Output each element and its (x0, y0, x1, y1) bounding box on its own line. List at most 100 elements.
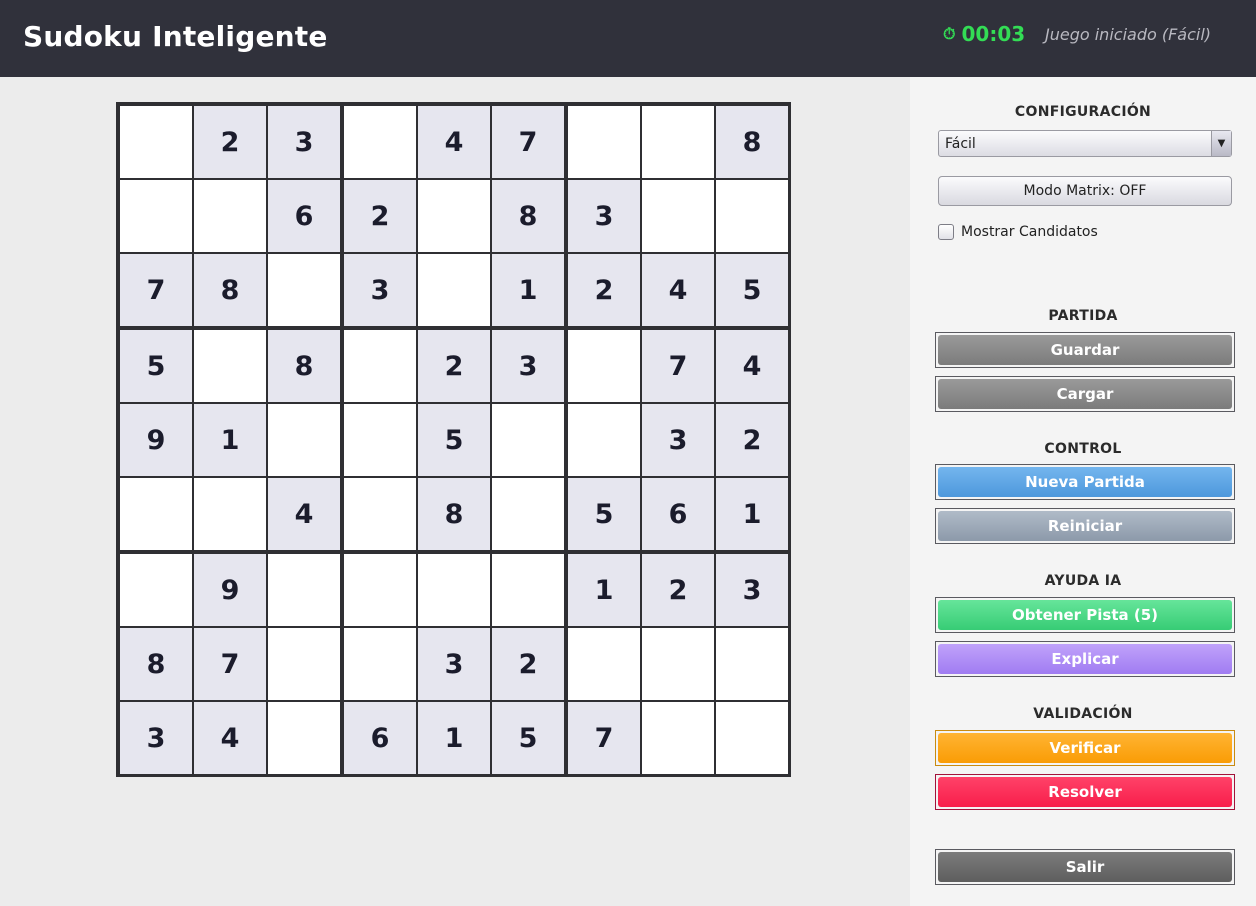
show-candidates-toggle[interactable]: Mostrar Candidatos (938, 224, 1098, 240)
load-button[interactable]: Cargar (935, 376, 1235, 412)
sudoku-cell-r6-c9[interactable]: 1 (716, 478, 788, 550)
sudoku-cell-r3-c3[interactable] (268, 254, 340, 326)
sudoku-cell-r7-c8[interactable]: 2 (642, 554, 714, 626)
sudoku-cell-r3-c9[interactable]: 5 (716, 254, 788, 326)
sudoku-cell-r4-c3[interactable]: 8 (268, 330, 340, 402)
sudoku-cell-r7-c2[interactable]: 9 (194, 554, 266, 626)
sudoku-cell-r9-c7[interactable]: 7 (568, 702, 640, 774)
sudoku-cell-r2-c6[interactable]: 8 (492, 180, 564, 252)
sudoku-cell-r1-c1[interactable] (120, 106, 192, 178)
sudoku-cell-r6-c7[interactable]: 5 (568, 478, 640, 550)
sudoku-grid: 2347862837831245582374915324856191238732… (116, 102, 791, 777)
sudoku-cell-r6-c3[interactable]: 4 (268, 478, 340, 550)
save-button[interactable]: Guardar (935, 332, 1235, 368)
sudoku-cell-r4-c8[interactable]: 7 (642, 330, 714, 402)
sudoku-cell-r1-c2[interactable]: 2 (194, 106, 266, 178)
sudoku-cell-r2-c7[interactable]: 3 (568, 180, 640, 252)
sudoku-cell-r2-c3[interactable]: 6 (268, 180, 340, 252)
sudoku-cell-r5-c7[interactable] (568, 404, 640, 476)
explain-button[interactable]: Explicar (935, 641, 1235, 677)
sudoku-cell-r5-c2[interactable]: 1 (194, 404, 266, 476)
sudoku-cell-r9-c9[interactable] (716, 702, 788, 774)
sudoku-cell-r7-c9[interactable]: 3 (716, 554, 788, 626)
sudoku-cell-r5-c8[interactable]: 3 (642, 404, 714, 476)
solve-button[interactable]: Resolver (935, 774, 1235, 810)
sudoku-cell-r6-c8[interactable]: 6 (642, 478, 714, 550)
sudoku-cell-r1-c9[interactable]: 8 (716, 106, 788, 178)
difficulty-value: Fácil (945, 135, 976, 152)
sudoku-cell-r2-c4[interactable]: 2 (344, 180, 416, 252)
sudoku-cell-r4-c4[interactable] (344, 330, 416, 402)
sudoku-cell-r2-c2[interactable] (194, 180, 266, 252)
difficulty-select[interactable]: Fácil ▼ (938, 130, 1232, 157)
sudoku-cell-r3-c6[interactable]: 1 (492, 254, 564, 326)
sudoku-cell-r7-c3[interactable] (268, 554, 340, 626)
timer-value: 00:03 (961, 22, 1026, 46)
sudoku-cell-r5-c6[interactable] (492, 404, 564, 476)
sudoku-cell-r8-c2[interactable]: 7 (194, 628, 266, 700)
sudoku-cell-r6-c1[interactable] (120, 478, 192, 550)
sudoku-cell-r8-c1[interactable]: 8 (120, 628, 192, 700)
sudoku-cell-r3-c7[interactable]: 2 (568, 254, 640, 326)
sudoku-cell-r8-c7[interactable] (568, 628, 640, 700)
sudoku-cell-r3-c2[interactable]: 8 (194, 254, 266, 326)
sudoku-cell-r8-c3[interactable] (268, 628, 340, 700)
sudoku-cell-r3-c4[interactable]: 3 (344, 254, 416, 326)
matrix-mode-button[interactable]: Modo Matrix: OFF (938, 176, 1232, 206)
sudoku-cell-r9-c8[interactable] (642, 702, 714, 774)
sudoku-cell-r9-c5[interactable]: 1 (418, 702, 490, 774)
sudoku-cell-r6-c5[interactable]: 8 (418, 478, 490, 550)
sudoku-cell-r3-c1[interactable]: 7 (120, 254, 192, 326)
sudoku-cell-r2-c8[interactable] (642, 180, 714, 252)
game-status: Juego iniciado (Fácil) (1045, 25, 1212, 44)
sudoku-cell-r1-c4[interactable] (344, 106, 416, 178)
sudoku-cell-r3-c5[interactable] (418, 254, 490, 326)
restart-button[interactable]: Reiniciar (935, 508, 1235, 544)
sudoku-cell-r3-c8[interactable]: 4 (642, 254, 714, 326)
sudoku-cell-r2-c5[interactable] (418, 180, 490, 252)
sudoku-cell-r8-c5[interactable]: 3 (418, 628, 490, 700)
sudoku-cell-r1-c5[interactable]: 4 (418, 106, 490, 178)
sudoku-cell-r5-c3[interactable] (268, 404, 340, 476)
sudoku-cell-r1-c7[interactable] (568, 106, 640, 178)
verify-button[interactable]: Verificar (935, 730, 1235, 766)
sudoku-cell-r9-c1[interactable]: 3 (120, 702, 192, 774)
sudoku-cell-r8-c6[interactable]: 2 (492, 628, 564, 700)
sudoku-cell-r2-c9[interactable] (716, 180, 788, 252)
sudoku-cell-r7-c7[interactable]: 1 (568, 554, 640, 626)
sudoku-cell-r9-c2[interactable]: 4 (194, 702, 266, 774)
sudoku-cell-r7-c4[interactable] (344, 554, 416, 626)
new-game-button[interactable]: Nueva Partida (935, 464, 1235, 500)
sudoku-cell-r1-c6[interactable]: 7 (492, 106, 564, 178)
sudoku-cell-r5-c5[interactable]: 5 (418, 404, 490, 476)
sudoku-cell-r7-c5[interactable] (418, 554, 490, 626)
exit-button[interactable]: Salir (935, 849, 1235, 885)
sudoku-cell-r9-c6[interactable]: 5 (492, 702, 564, 774)
sudoku-cell-r6-c6[interactable] (492, 478, 564, 550)
show-candidates-checkbox[interactable] (938, 224, 954, 240)
sudoku-cell-r1-c3[interactable]: 3 (268, 106, 340, 178)
section-title-validacion: VALIDACIÓN (1033, 706, 1133, 722)
sudoku-cell-r8-c8[interactable] (642, 628, 714, 700)
sudoku-cell-r5-c9[interactable]: 2 (716, 404, 788, 476)
chevron-down-icon[interactable]: ▼ (1211, 131, 1231, 156)
sudoku-cell-r8-c4[interactable] (344, 628, 416, 700)
sudoku-cell-r4-c7[interactable] (568, 330, 640, 402)
sudoku-cell-r7-c1[interactable] (120, 554, 192, 626)
sudoku-cell-r6-c4[interactable] (344, 478, 416, 550)
sudoku-cell-r1-c8[interactable] (642, 106, 714, 178)
sudoku-cell-r5-c1[interactable]: 9 (120, 404, 192, 476)
sudoku-cell-r6-c2[interactable] (194, 478, 266, 550)
sudoku-cell-r4-c9[interactable]: 4 (716, 330, 788, 402)
sudoku-cell-r8-c9[interactable] (716, 628, 788, 700)
sudoku-cell-r4-c6[interactable]: 3 (492, 330, 564, 402)
sudoku-cell-r2-c1[interactable] (120, 180, 192, 252)
sudoku-cell-r7-c6[interactable] (492, 554, 564, 626)
sudoku-cell-r9-c4[interactable]: 6 (344, 702, 416, 774)
sudoku-cell-r9-c3[interactable] (268, 702, 340, 774)
sudoku-cell-r4-c2[interactable] (194, 330, 266, 402)
sudoku-cell-r4-c1[interactable]: 5 (120, 330, 192, 402)
sudoku-cell-r4-c5[interactable]: 2 (418, 330, 490, 402)
sudoku-cell-r5-c4[interactable] (344, 404, 416, 476)
get-hint-button[interactable]: Obtener Pista (5) (935, 597, 1235, 633)
